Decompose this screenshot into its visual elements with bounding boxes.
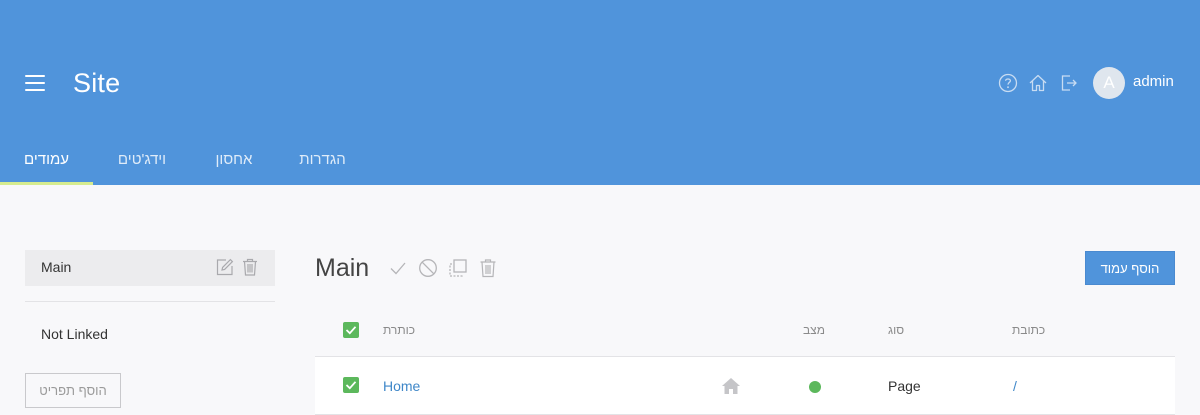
- hamburger-menu-icon[interactable]: [25, 75, 45, 91]
- site-title: Site: [73, 68, 121, 98]
- add-menu-button[interactable]: הוסף תפריט: [25, 373, 121, 408]
- status-indicator: [809, 381, 821, 393]
- sidebar-item-not-linked[interactable]: Not Linked: [41, 326, 108, 342]
- block-icon[interactable]: [418, 258, 438, 278]
- check-icon[interactable]: [388, 258, 408, 278]
- column-header-status[interactable]: מצב: [803, 323, 825, 337]
- copy-icon[interactable]: [448, 258, 468, 278]
- column-header-type[interactable]: סוג: [888, 323, 904, 337]
- sidebar-divider: [25, 301, 275, 302]
- tab-settings[interactable]: הגדרות: [290, 140, 355, 185]
- logout-icon[interactable]: [1059, 73, 1079, 93]
- top-header: Site A admin עמודים וידג'טים אחסון הגדרו…: [0, 0, 1200, 185]
- page-title-link[interactable]: Home: [383, 378, 420, 394]
- home-page-icon: [722, 378, 740, 394]
- page-title: Main: [315, 254, 370, 282]
- select-all-checkbox[interactable]: [343, 322, 359, 338]
- tab-widgets[interactable]: וידג'טים: [106, 140, 178, 185]
- home-icon[interactable]: [1028, 73, 1048, 93]
- add-page-button[interactable]: הוסף עמוד: [1085, 251, 1175, 285]
- column-header-address[interactable]: כתובת: [1012, 323, 1045, 337]
- tab-pages[interactable]: עמודים: [0, 140, 93, 185]
- page-address-link[interactable]: /: [1013, 378, 1017, 394]
- trash-icon[interactable]: [241, 258, 259, 276]
- column-header-title[interactable]: כותרת: [383, 323, 415, 337]
- row-checkbox[interactable]: [343, 377, 359, 393]
- main-tabs: עמודים וידג'טים אחסון הגדרות: [0, 140, 1200, 185]
- check-icon: [345, 326, 357, 335]
- check-icon: [345, 381, 357, 390]
- avatar[interactable]: A: [1093, 67, 1125, 99]
- help-icon[interactable]: [998, 73, 1018, 93]
- user-name[interactable]: admin: [1133, 73, 1174, 90]
- table-row: [315, 357, 1175, 414]
- edit-icon[interactable]: [216, 258, 234, 276]
- sidebar-item-main[interactable]: Main: [25, 250, 275, 286]
- page-type: Page: [888, 378, 921, 394]
- trash-icon[interactable]: [478, 258, 498, 278]
- sidebar-item-label: Main: [41, 259, 72, 275]
- tab-storage[interactable]: אחסון: [205, 140, 263, 185]
